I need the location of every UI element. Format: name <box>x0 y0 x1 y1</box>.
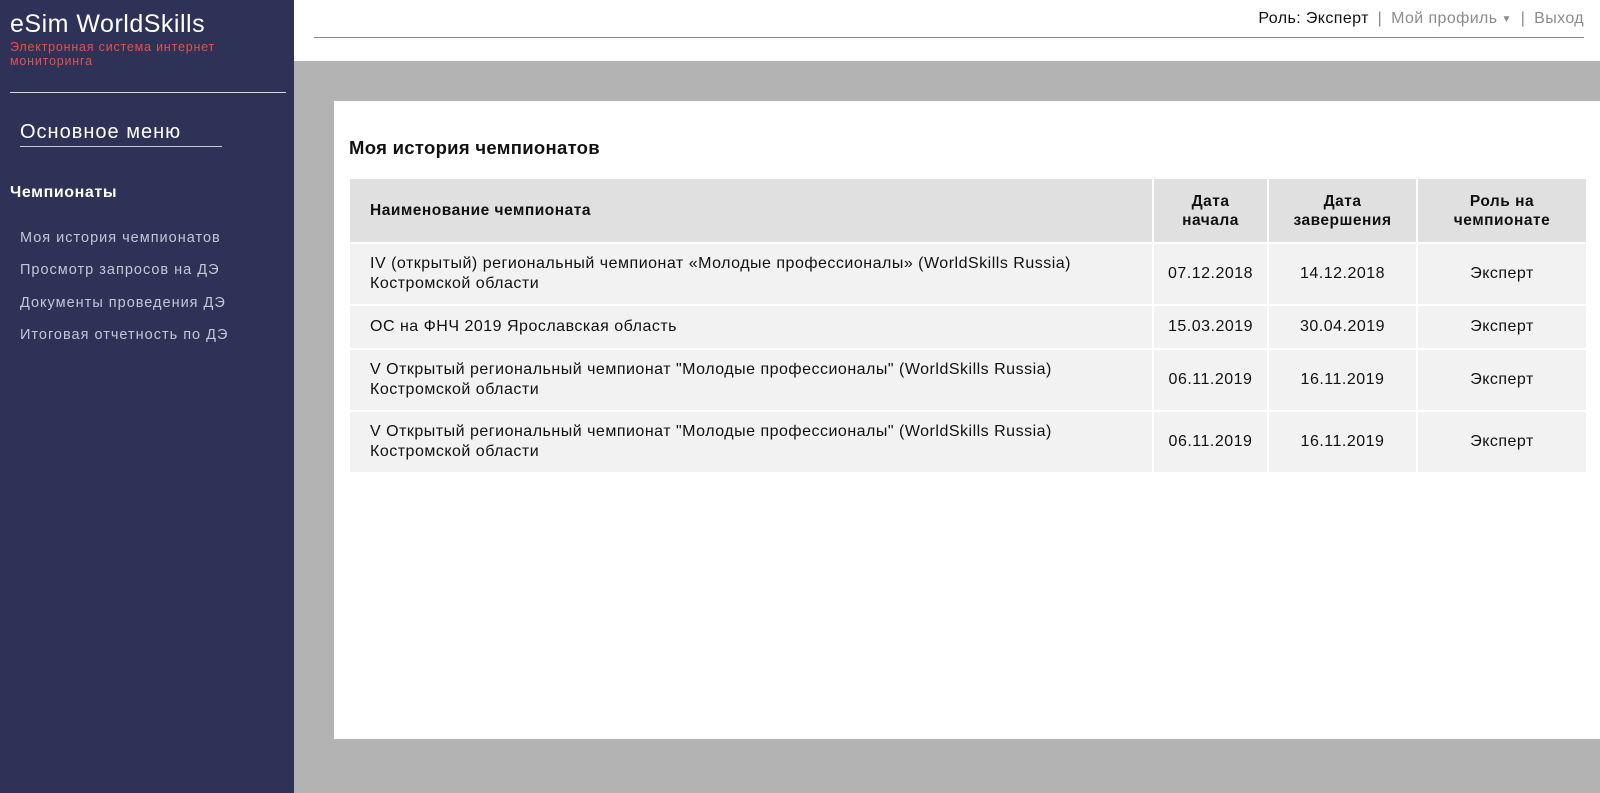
end-date: 14.12.2018 <box>1268 243 1418 306</box>
end-date: 16.11.2019 <box>1268 411 1418 474</box>
role: Эксперт <box>1417 305 1586 350</box>
role: Эксперт <box>1417 349 1586 412</box>
main-menu-heading: Основное меню <box>20 121 222 147</box>
separator: | <box>1520 10 1526 27</box>
start-date: 06.11.2019 <box>1153 411 1269 474</box>
my-profile-label: Мой профиль <box>1391 10 1498 27</box>
end-date: 30.04.2019 <box>1268 305 1418 350</box>
content-card: Моя история чемпионатов Наименование чем… <box>334 101 1600 739</box>
user-bar: Роль: Эксперт | Мой профиль ▼ | Выход <box>1258 10 1584 28</box>
column-header-role: Роль на чемпионате <box>1417 179 1586 244</box>
championships-table: Наименование чемпионата Дата начала Дата з… <box>350 179 1586 474</box>
logout-link[interactable]: Выход <box>1534 10 1584 27</box>
sidebar-divider <box>10 92 286 93</box>
table-row[interactable]: IV (открытый) региональный чемпионат «Мо… <box>350 243 1586 306</box>
brand: eSim WorldSkills Электронная система инт… <box>10 10 280 68</box>
start-date: 15.03.2019 <box>1153 305 1269 350</box>
start-date: 06.11.2019 <box>1153 349 1269 412</box>
header-divider <box>314 37 1584 38</box>
sidebar-item-de-requests[interactable]: Просмотр запросов на ДЭ <box>20 262 228 294</box>
table-header-row: Наименование чемпионата Дата начала Дата з… <box>350 179 1586 244</box>
sidebar-menu: Моя история чемпионатов Просмотр запросо… <box>20 230 228 359</box>
app-subtitle: Электронная система интернет мониторинга <box>10 40 216 68</box>
role-label: Роль: Эксперт <box>1258 10 1369 27</box>
page-title: Моя история чемпионатов <box>349 137 600 158</box>
separator: | <box>1377 10 1383 27</box>
sidebar: eSim WorldSkills Электронная система инт… <box>0 0 294 793</box>
sidebar-section-championships[interactable]: Чемпионаты <box>10 184 117 202</box>
app-title[interactable]: eSim WorldSkills <box>10 10 280 38</box>
championship-name: V Открытый региональный чемпионат "Молод… <box>350 411 1154 474</box>
my-profile-link[interactable]: Мой профиль ▼ <box>1391 10 1512 27</box>
column-header-start-date: Дата начала <box>1153 179 1269 244</box>
championship-name: V Открытый региональный чемпионат "Молод… <box>350 349 1154 412</box>
column-header-name: Наименование чемпионата <box>350 179 1154 244</box>
top-header: Роль: Эксперт | Мой профиль ▼ | Выход <box>294 0 1600 61</box>
sidebar-item-championship-history[interactable]: Моя история чемпионатов <box>20 230 228 262</box>
championship-name: IV (открытый) региональный чемпионат «Мо… <box>350 243 1154 306</box>
table-row[interactable]: V Открытый региональный чемпионат "Молод… <box>350 411 1586 474</box>
table-row[interactable]: V Открытый региональный чемпионат "Молод… <box>350 349 1586 412</box>
sidebar-item-de-documents[interactable]: Документы проведения ДЭ <box>20 295 228 327</box>
column-header-end-date: Дата завершения <box>1268 179 1418 244</box>
championship-name: ОС на ФНЧ 2019 Ярославская область <box>350 305 1154 350</box>
table-row[interactable]: ОС на ФНЧ 2019 Ярославская область 15.03… <box>350 305 1586 350</box>
sidebar-item-de-reports[interactable]: Итоговая отчетность по ДЭ <box>20 327 228 359</box>
chevron-down-icon: ▼ <box>1501 14 1512 25</box>
role: Эксперт <box>1417 411 1586 474</box>
end-date: 16.11.2019 <box>1268 349 1418 412</box>
role: Эксперт <box>1417 243 1586 306</box>
start-date: 07.12.2018 <box>1153 243 1269 306</box>
